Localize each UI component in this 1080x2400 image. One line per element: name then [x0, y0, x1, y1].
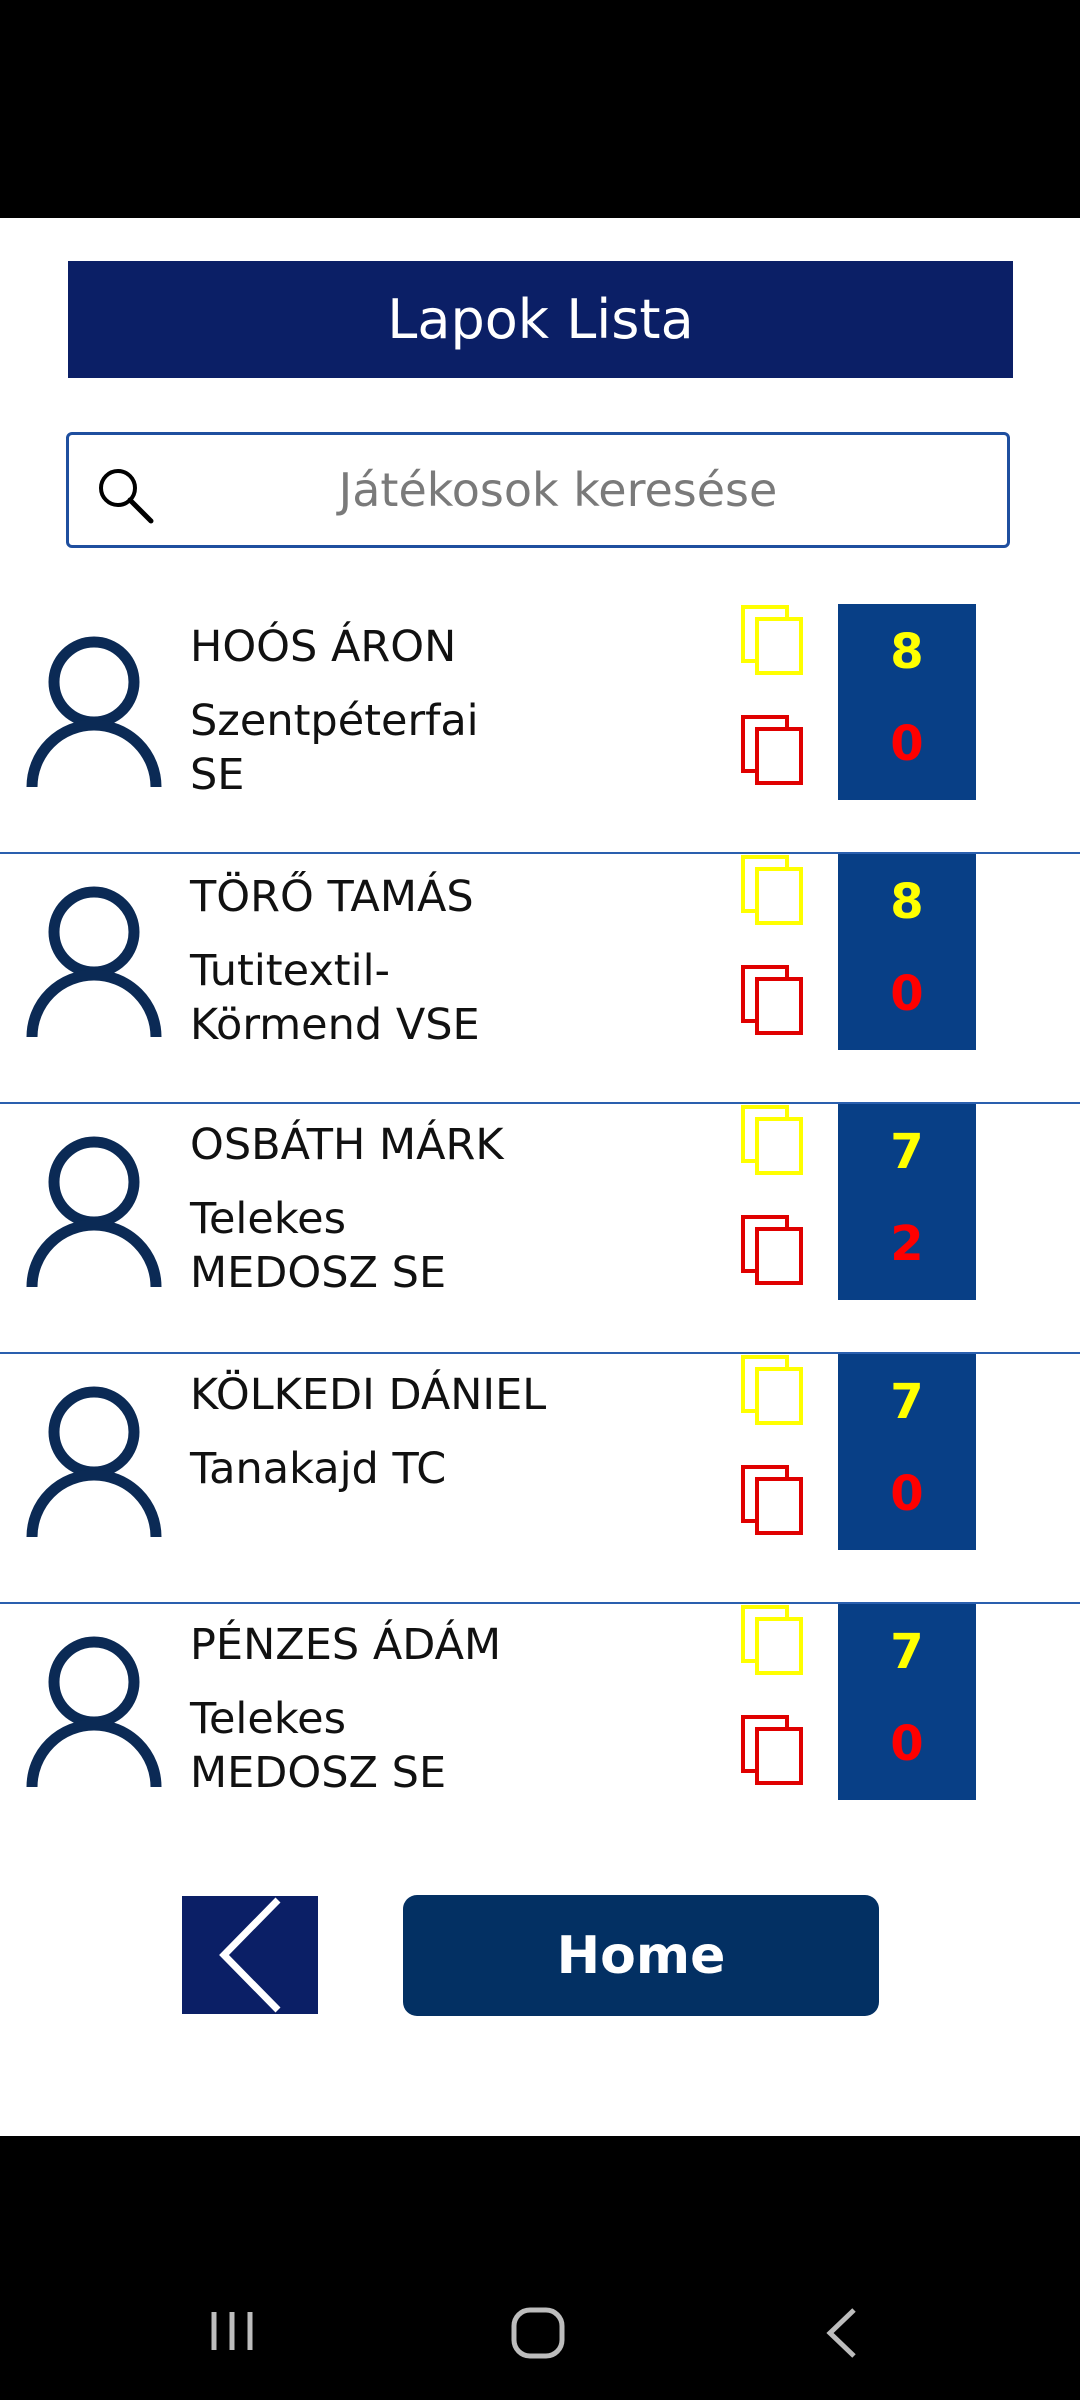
- yellow-card-count: 7: [890, 1624, 924, 1680]
- player-name: HOÓS ÁRON: [190, 622, 457, 672]
- list-item[interactable]: OSBÁTH MÁRK Telekes MEDOSZ SE 7 2: [0, 1104, 1080, 1354]
- list-item[interactable]: KÖLKEDI DÁNIEL Tanakajd TC 7 0: [0, 1354, 1080, 1604]
- player-name: TÖRŐ TAMÁS: [190, 872, 474, 922]
- home-nav-icon[interactable]: [510, 2306, 566, 2360]
- person-icon: [26, 636, 162, 788]
- yellow-card-count: 8: [890, 874, 924, 930]
- red-card-count: 0: [890, 966, 924, 1022]
- home-button[interactable]: Home: [403, 1895, 879, 2016]
- chevron-left-icon: [219, 1897, 281, 2013]
- yellow-card-icon: [741, 855, 803, 925]
- red-card-icon: [741, 1715, 803, 1785]
- red-card-count: 0: [890, 1466, 924, 1522]
- yellow-card-icon: [741, 1105, 803, 1175]
- person-icon: [26, 886, 162, 1038]
- app-screen: Lapok Lista Játékosok keresése HOÓS ÁRON…: [0, 218, 1080, 2136]
- red-card-count: 2: [890, 1216, 924, 1272]
- back-nav-icon[interactable]: [822, 2306, 862, 2360]
- player-club: Telekes MEDOSZ SE: [190, 1694, 447, 1798]
- search-input[interactable]: Játékosok keresése: [66, 432, 1010, 548]
- card-count-box: 8 0: [838, 604, 976, 800]
- list-item[interactable]: TÖRŐ TAMÁS Tutitextil-Körmend VSE 8 0: [0, 854, 1080, 1104]
- yellow-card-count: 8: [890, 624, 924, 680]
- yellow-card-icon: [741, 1605, 803, 1675]
- list-item[interactable]: HOÓS ÁRON Szentpéterfai SE 8 0: [0, 604, 1080, 854]
- player-name: OSBÁTH MÁRK: [190, 1120, 504, 1170]
- card-count-box: 7 0: [838, 1604, 976, 1800]
- system-nav-bar: [0, 2136, 1080, 2400]
- person-icon: [26, 1636, 162, 1788]
- person-icon: [26, 1386, 162, 1538]
- red-card-icon: [741, 965, 803, 1035]
- list-item[interactable]: PÉNZES ÁDÁM Telekes MEDOSZ SE 7 0: [0, 1604, 1080, 1824]
- yellow-card-count: 7: [890, 1124, 924, 1180]
- red-card-count: 0: [890, 716, 924, 772]
- yellow-card-icon: [741, 605, 803, 675]
- page-title-text: Lapok Lista: [387, 288, 694, 351]
- back-button[interactable]: [182, 1896, 318, 2014]
- person-icon: [26, 1136, 162, 1288]
- red-card-count: 0: [890, 1716, 924, 1772]
- card-count-box: 8 0: [838, 854, 976, 1050]
- card-count-box: 7 2: [838, 1104, 976, 1300]
- yellow-card-icon: [741, 1355, 803, 1425]
- player-club: Tutitextil-Körmend VSE: [190, 946, 480, 1050]
- recent-apps-icon[interactable]: [208, 2308, 258, 2354]
- card-count-box: 7 0: [838, 1354, 976, 1550]
- red-card-icon: [741, 1215, 803, 1285]
- player-name: KÖLKEDI DÁNIEL: [190, 1370, 547, 1420]
- red-card-icon: [741, 1465, 803, 1535]
- red-card-icon: [741, 715, 803, 785]
- player-club: Szentpéterfai SE: [190, 696, 479, 800]
- home-button-label: Home: [556, 1925, 726, 1986]
- yellow-card-count: 7: [890, 1374, 924, 1430]
- page-title: Lapok Lista: [68, 261, 1013, 378]
- player-club: Telekes MEDOSZ SE: [190, 1194, 447, 1298]
- player-club: Tanakajd TC: [190, 1444, 447, 1494]
- search-placeholder: Játékosok keresése: [338, 463, 778, 517]
- player-name: PÉNZES ÁDÁM: [190, 1620, 502, 1670]
